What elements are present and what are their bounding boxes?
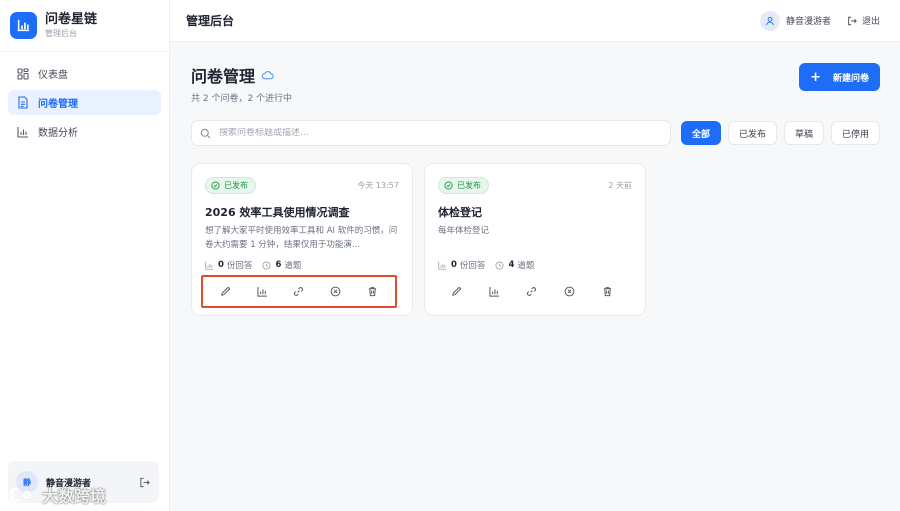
brand-title: 问卷星链 <box>45 12 98 27</box>
search-input[interactable] <box>219 128 662 138</box>
questions-label: 道题 <box>284 261 302 271</box>
card-stats: 0 份回答 4 道题 <box>438 259 632 271</box>
disable-icon[interactable] <box>561 283 579 301</box>
sidebar-item-label: 数据分析 <box>38 128 78 139</box>
responses-count: 0 <box>451 260 457 270</box>
responses-stat: 0 份回答 <box>438 259 485 271</box>
responses-label: 份回答 <box>459 261 486 271</box>
dashboard-icon <box>16 67 30 81</box>
questions-label: 道题 <box>517 261 535 271</box>
card-title[interactable]: 体检登记 <box>438 204 632 219</box>
brand-subtitle: 管理后台 <box>45 29 77 38</box>
watermark-text: 大数跨境 <box>42 487 107 506</box>
topbar-title: 管理后台 <box>186 14 235 28</box>
card-actions <box>201 275 397 308</box>
card-description: 每年体检登记 <box>438 226 490 236</box>
card-time: 今天 13:57 <box>357 181 399 190</box>
filter-published[interactable]: 已发布 <box>727 121 777 145</box>
sidebar-nav: 仪表盘 问卷管理 数据分析 <box>0 52 169 157</box>
trash-icon[interactable] <box>598 283 616 301</box>
topbar-user[interactable]: 静音漫游者 <box>759 10 831 31</box>
status-badge: 已发布 <box>438 177 489 194</box>
user-icon <box>759 10 780 31</box>
link-icon[interactable] <box>523 283 541 301</box>
bar-chart-icon <box>205 261 214 270</box>
main-area: 管理后台 静音漫游者 退出 问卷管理 共 2 个问卷，2 个进行中 + 新建问卷… <box>170 0 900 511</box>
questions-stat: 6 道题 <box>262 259 301 271</box>
trash-icon[interactable] <box>364 283 382 301</box>
disable-icon[interactable] <box>327 283 345 301</box>
questions-count: 4 <box>508 260 515 270</box>
document-icon <box>16 96 30 110</box>
logout-icon <box>848 16 857 25</box>
watermark-logo-icon <box>10 488 31 502</box>
logout-label: 退出 <box>861 17 880 27</box>
responses-stat: 0 份回答 <box>205 259 252 271</box>
stats-icon[interactable] <box>485 283 503 301</box>
cloud-icon <box>261 70 274 80</box>
card-title[interactable]: 2026 效率工具使用情况调查 <box>205 204 399 219</box>
clock-icon <box>495 260 504 270</box>
plus-icon: + <box>810 69 821 85</box>
check-circle-icon <box>211 181 220 190</box>
filter-disabled[interactable]: 已停用 <box>830 121 880 145</box>
brand[interactable]: 问卷星链 管理后台 <box>0 0 169 52</box>
survey-summary: 共 2 个问卷，2 个进行中 <box>191 94 293 104</box>
survey-list: 已发布 今天 13:57 2026 效率工具使用情况调查 想了解大家平时使用效率… <box>191 163 880 316</box>
page-header: 问卷管理 共 2 个问卷，2 个进行中 + 新建问卷 <box>191 62 880 120</box>
survey-card[interactable]: 已发布 今天 13:57 2026 效率工具使用情况调查 想了解大家平时使用效率… <box>191 163 413 316</box>
questions-count: 6 <box>275 260 282 270</box>
filter-draft[interactable]: 草稿 <box>783 121 824 145</box>
logout-button[interactable]: 退出 <box>847 14 880 27</box>
edit-icon[interactable] <box>448 283 466 301</box>
responses-count: 0 <box>218 260 224 270</box>
card-actions <box>434 275 630 308</box>
link-icon[interactable] <box>290 283 308 301</box>
card-time: 2 天前 <box>608 181 632 190</box>
bar-chart-icon <box>16 125 30 139</box>
check-circle-icon <box>444 181 453 190</box>
search-box[interactable] <box>191 120 671 146</box>
new-survey-label: 新建问卷 <box>832 73 869 84</box>
app-window: 问卷星链 管理后台 仪表盘 问卷管理 数据分析 静 静音漫游者 管理后台 静音漫… <box>0 0 900 511</box>
logout-icon[interactable] <box>137 475 151 489</box>
card-stats: 0 份回答 6 道题 <box>205 259 399 271</box>
page-title: 问卷管理 <box>191 63 292 87</box>
sidebar-item-label: 问卷管理 <box>38 99 78 110</box>
sidebar-item-analytics[interactable]: 数据分析 <box>8 119 161 144</box>
sidebar: 问卷星链 管理后台 仪表盘 问卷管理 数据分析 静 静音漫游者 <box>0 0 170 511</box>
filter-all[interactable]: 全部 <box>680 121 721 145</box>
status-text: 已发布 <box>224 181 248 190</box>
search-icon <box>200 128 211 138</box>
bar-chart-icon <box>438 261 447 270</box>
questions-stat: 4 道题 <box>495 259 534 271</box>
sidebar-item-surveys[interactable]: 问卷管理 <box>8 90 161 115</box>
brand-logo-icon <box>10 12 37 39</box>
clock-icon <box>262 260 271 270</box>
page-title-text: 问卷管理 <box>191 67 256 86</box>
sidebar-item-label: 仪表盘 <box>38 70 68 81</box>
responses-label: 份回答 <box>226 261 253 271</box>
topbar-user-name: 静音漫游者 <box>785 17 831 27</box>
watermark: 大数跨境 <box>10 483 106 507</box>
new-survey-button[interactable]: + 新建问卷 <box>799 63 880 91</box>
filter-bar: 全部 已发布 草稿 已停用 <box>191 120 880 146</box>
edit-icon[interactable] <box>216 283 234 301</box>
sidebar-item-dashboard[interactable]: 仪表盘 <box>8 61 161 86</box>
status-badge: 已发布 <box>205 177 256 194</box>
survey-card[interactable]: 已发布 2 天前 体检登记 每年体检登记 0 份回答 4 道题 <box>424 163 646 316</box>
card-description: 想了解大家平时使用效率工具和 AI 软件的习惯，问卷大约需要 1 分钟，结果仅用… <box>205 226 398 250</box>
stats-icon[interactable] <box>253 283 271 301</box>
content: 问卷管理 共 2 个问卷，2 个进行中 + 新建问卷 全 <box>170 42 900 316</box>
topbar: 管理后台 静音漫游者 退出 <box>170 0 900 42</box>
status-text: 已发布 <box>457 181 481 190</box>
